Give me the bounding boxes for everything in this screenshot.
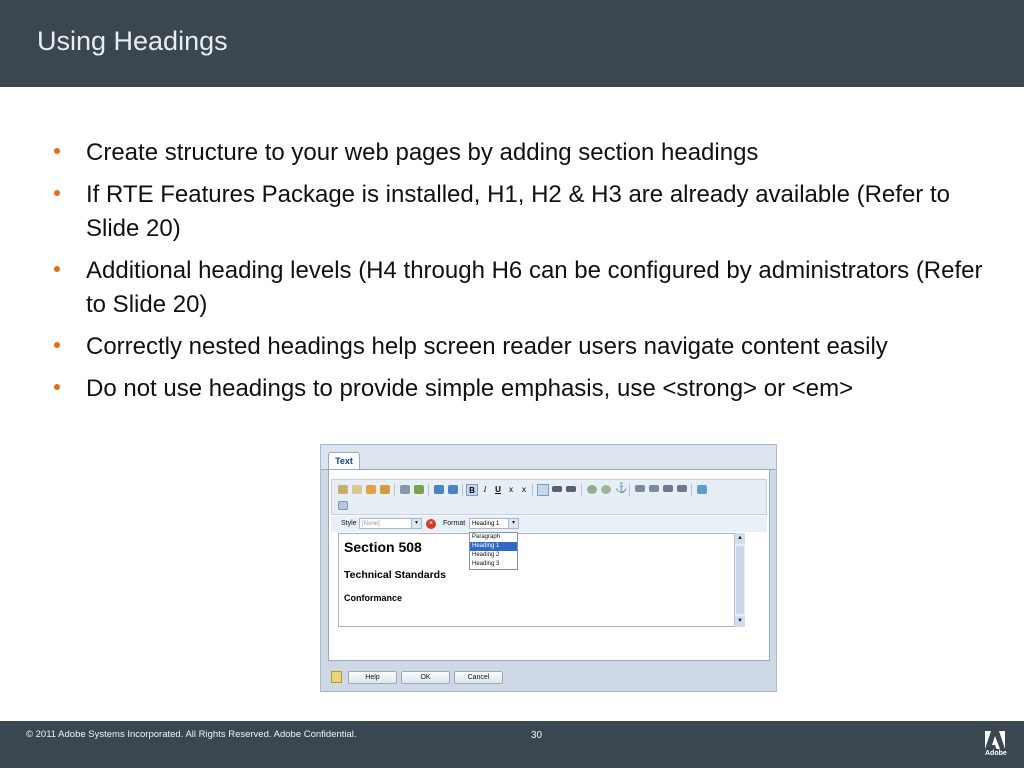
format-label: Format: [443, 520, 466, 527]
scroll-down-icon[interactable]: ▼: [735, 616, 745, 627]
find-icon[interactable]: [400, 485, 410, 494]
bullet-item: Create structure to your web pages by ad…: [52, 136, 1002, 170]
pin-icon[interactable]: [331, 671, 342, 683]
format-dropdown-list: Paragraph Heading 1 Heading 2 Heading 3: [469, 532, 518, 570]
replace-icon[interactable]: [414, 485, 424, 494]
help-button[interactable]: Help: [348, 671, 397, 684]
rich-text-editor-dialog: Text B I U x x ⚓ Style [None] ▾ × Format…: [320, 444, 777, 692]
bullet-text: If RTE Features Package is installed, H1…: [86, 181, 950, 242]
editor-heading-1: Section 508: [344, 539, 422, 555]
bullet-dot-icon: [54, 266, 60, 272]
style-select[interactable]: [None] ▾: [359, 518, 422, 529]
tab-text[interactable]: Text: [328, 452, 360, 470]
chevron-down-icon[interactable]: ▾: [411, 519, 421, 528]
toolbar-separator: [462, 484, 463, 496]
toolbar-separator: [581, 484, 582, 496]
bullet-text: Additional heading levels (H4 through H6…: [86, 257, 983, 318]
editor-toolbar: B I U x x ⚓: [331, 479, 767, 515]
numbered-list-icon[interactable]: [649, 485, 659, 492]
bullet-text: Correctly nested headings help screen re…: [86, 333, 888, 360]
dialog-tabstrip: Text: [321, 445, 776, 470]
format-option[interactable]: Paragraph: [470, 533, 517, 542]
underline-icon[interactable]: U: [493, 484, 503, 496]
bullet-text: Do not use headings to provide simple em…: [86, 375, 854, 402]
bullet-item: Additional heading levels (H4 through H6…: [52, 254, 1002, 322]
format-option[interactable]: Heading 2: [470, 551, 517, 560]
format-select-value: Heading 1: [472, 521, 500, 527]
editor-heading-2: Technical Standards: [344, 569, 446, 581]
align-right-icon[interactable]: [566, 486, 576, 492]
undo-icon[interactable]: [434, 485, 444, 494]
link-icon[interactable]: [587, 485, 597, 494]
bold-icon[interactable]: B: [466, 484, 478, 496]
anchor-icon[interactable]: ⚓: [615, 484, 627, 494]
editor-scrollbar[interactable]: ▲ ▼: [734, 533, 745, 627]
editor-heading-3: Conformance: [344, 593, 403, 603]
style-format-row: Style [None] ▾ × Format Heading 1 ▾: [331, 516, 767, 532]
scroll-up-icon[interactable]: ▲: [735, 533, 745, 544]
align-center-icon[interactable]: [552, 486, 562, 492]
bullet-dot-icon: [54, 190, 60, 196]
spellcheck-icon[interactable]: [697, 485, 707, 494]
bullet-dot-icon: [54, 384, 60, 390]
page-number: 30: [531, 730, 543, 741]
bullet-dot-icon: [54, 342, 60, 348]
style-label: Style: [341, 520, 357, 527]
unlink-icon[interactable]: [601, 485, 611, 494]
copyright-text: © 2011 Adobe Systems Incorporated. All R…: [26, 729, 357, 740]
bullet-item: If RTE Features Package is installed, H1…: [52, 178, 1002, 246]
adobe-logo-text: Adobe: [985, 750, 1007, 757]
superscript-icon[interactable]: x: [519, 484, 529, 496]
bullet-item: Correctly nested headings help screen re…: [52, 330, 1002, 364]
toolbar-separator: [629, 484, 630, 496]
clear-style-icon[interactable]: ×: [426, 519, 436, 529]
paste-text-icon[interactable]: [352, 485, 362, 494]
bullet-text: Create structure to your web pages by ad…: [86, 139, 759, 166]
paste-icon[interactable]: [338, 485, 348, 494]
chevron-down-icon[interactable]: ▾: [508, 519, 518, 528]
indent-icon[interactable]: [677, 485, 687, 492]
format-option-selected[interactable]: Heading 1: [470, 542, 517, 551]
subscript-icon[interactable]: x: [506, 484, 516, 496]
toolbar-separator: [428, 484, 429, 496]
copy-icon[interactable]: [380, 485, 390, 494]
table-icon[interactable]: [338, 501, 348, 510]
redo-icon[interactable]: [448, 485, 458, 494]
bullet-item: Do not use headings to provide simple em…: [52, 372, 1002, 406]
scroll-thumb[interactable]: [736, 546, 744, 614]
align-left-icon[interactable]: [537, 484, 549, 496]
bulleted-list-icon[interactable]: [635, 485, 645, 492]
format-option[interactable]: Heading 3: [470, 560, 517, 569]
italic-icon[interactable]: I: [480, 484, 490, 496]
ok-button[interactable]: OK: [401, 671, 450, 684]
paste-word-icon[interactable]: [366, 485, 376, 494]
bullet-list: Create structure to your web pages by ad…: [52, 136, 1002, 414]
slide-title: Using Headings: [37, 26, 228, 56]
toolbar-separator: [532, 484, 533, 496]
cancel-button[interactable]: Cancel: [454, 671, 503, 684]
bullet-dot-icon: [54, 148, 60, 154]
outdent-icon[interactable]: [663, 485, 673, 492]
style-select-value: [None]: [362, 521, 380, 527]
format-select[interactable]: Heading 1 ▾: [469, 518, 519, 529]
toolbar-separator: [691, 484, 692, 496]
toolbar-separator: [394, 484, 395, 496]
